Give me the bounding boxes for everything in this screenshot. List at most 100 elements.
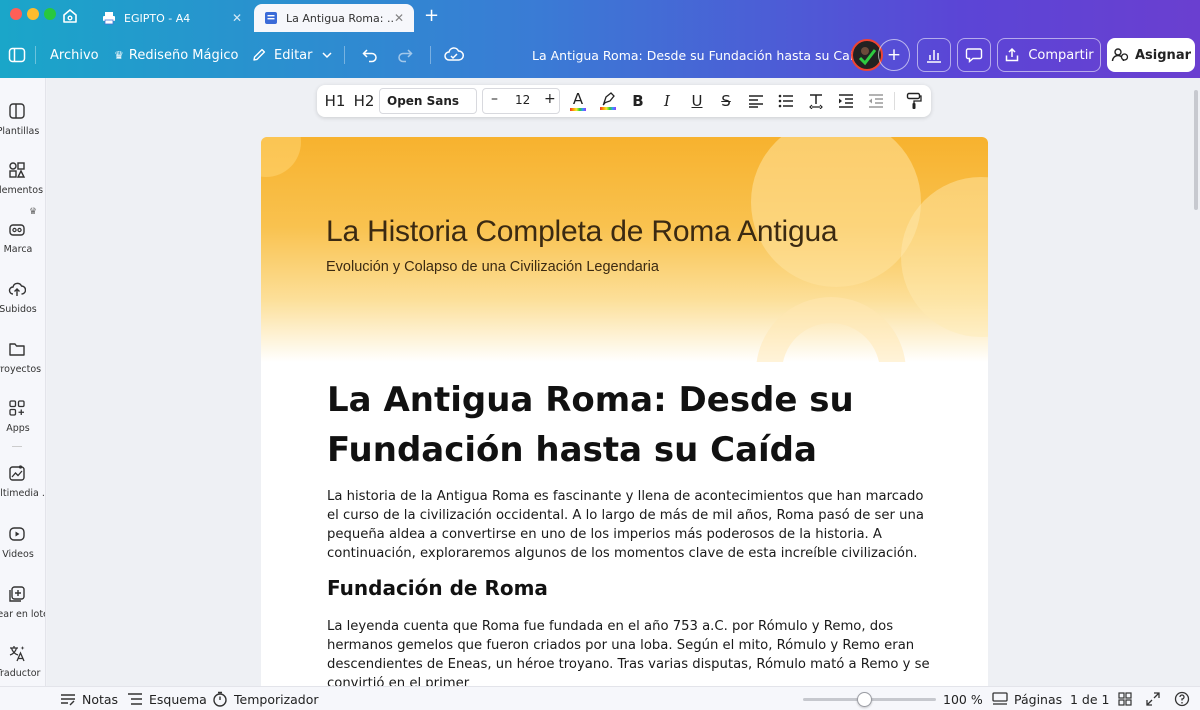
banner-subtitle[interactable]: Evolución y Colapso de una Civilización … xyxy=(326,259,659,275)
font-size-input[interactable]: 12 xyxy=(515,93,530,107)
brand-icon xyxy=(9,224,25,236)
banner-title[interactable]: La Historia Completa de Roma Antigua xyxy=(326,215,838,249)
toggle-sidebar-button[interactable] xyxy=(8,32,26,78)
file-menu-button[interactable]: Archivo xyxy=(50,32,99,78)
tab-label: La Antigua Roma: ... xyxy=(286,11,394,25)
heading-1-button[interactable]: H1 xyxy=(321,85,349,117)
notes-label: Notas xyxy=(82,691,119,707)
tab-egipto[interactable]: EGIPTO - A4 ✕ xyxy=(92,4,252,32)
pages-button[interactable]: Páginas xyxy=(992,687,1062,710)
spacing-button[interactable] xyxy=(805,85,827,117)
bold-button[interactable]: B xyxy=(627,85,649,117)
page-heading[interactable]: La Antigua Roma: Desde su Fundación hast… xyxy=(327,375,927,475)
templates-icon xyxy=(9,103,25,119)
sidebar-item-brand[interactable]: ♛ Marca xyxy=(0,207,45,270)
divider xyxy=(894,92,895,110)
highlight-button[interactable] xyxy=(597,85,619,117)
text-color-label: A xyxy=(572,89,584,108)
text-color-button[interactable]: A xyxy=(567,85,589,117)
sidebar-item-apps[interactable]: Apps xyxy=(0,393,45,449)
status-bar: Notas Esquema Temporizador 100 % Páginas… xyxy=(0,686,1200,710)
font-family-select[interactable]: Open Sans xyxy=(379,88,477,114)
close-tab-icon[interactable]: ✕ xyxy=(232,11,242,25)
help-button[interactable] xyxy=(1174,687,1196,710)
redo-button[interactable] xyxy=(396,32,414,78)
decorative-ring xyxy=(756,297,906,362)
maximize-window-button[interactable] xyxy=(44,8,56,20)
underline-button[interactable]: U xyxy=(686,85,708,117)
decrease-size-button[interactable]: – xyxy=(491,91,498,107)
document-page[interactable]: La Historia Completa de Roma Antigua Evo… xyxy=(261,137,988,686)
tab-antigua-roma[interactable]: La Antigua Roma: ... ✕ xyxy=(254,4,414,32)
sidebar-item-projects[interactable]: Proyectos xyxy=(0,334,45,390)
sidebar-divider xyxy=(12,446,22,447)
outline-button[interactable]: Esquema xyxy=(127,687,207,710)
banner-header: La Historia Completa de Roma Antigua Evo… xyxy=(261,137,988,362)
pencil-icon xyxy=(253,48,266,61)
checkmark-icon xyxy=(858,47,877,66)
new-tab-button[interactable]: + xyxy=(424,5,439,26)
add-collaborator-button[interactable]: + xyxy=(878,39,910,71)
indent-button[interactable] xyxy=(835,85,857,117)
timer-button[interactable]: Temporizador xyxy=(212,687,319,710)
sidebar-item-uploads[interactable]: Subidos xyxy=(0,274,45,330)
vertical-scrollbar[interactable] xyxy=(1194,90,1198,210)
insights-button[interactable] xyxy=(917,38,951,72)
color-rainbow-bar xyxy=(600,107,616,110)
undo-button[interactable] xyxy=(361,32,379,78)
italic-button[interactable]: I xyxy=(656,85,678,117)
text-format-toolbar: H1 H2 Open Sans – 12 + A B I U S xyxy=(317,85,931,117)
decorative-circle xyxy=(751,137,921,287)
outdent-button[interactable] xyxy=(865,85,887,117)
notes-button[interactable]: Notas xyxy=(60,687,118,710)
assign-button[interactable]: Asignar xyxy=(1107,38,1195,72)
comment-icon xyxy=(965,48,983,64)
upload-icon xyxy=(8,282,26,296)
sidebar-item-label: Plantillas xyxy=(0,126,40,137)
outline-icon xyxy=(128,693,142,705)
share-button[interactable]: Compartir xyxy=(997,38,1101,72)
copy-style-button[interactable] xyxy=(903,85,925,117)
align-button[interactable] xyxy=(745,85,767,117)
bar-chart-icon xyxy=(927,50,941,63)
crown-icon: ♛ xyxy=(114,48,124,62)
cloud-save-button[interactable] xyxy=(444,32,464,78)
sidebar-item-translator[interactable]: Traductor xyxy=(0,638,45,686)
edit-menu-button[interactable]: Editar xyxy=(251,32,333,78)
minimize-window-button[interactable] xyxy=(27,8,39,20)
fullscreen-button[interactable] xyxy=(1146,687,1166,710)
zoom-level[interactable]: 100 % xyxy=(943,687,983,710)
close-window-button[interactable] xyxy=(10,8,22,20)
section-heading[interactable]: Fundación de Roma xyxy=(327,576,548,600)
sidebar-item-elements[interactable]: Elementos xyxy=(0,155,45,211)
comments-button[interactable] xyxy=(957,38,991,72)
zoom-slider-handle[interactable] xyxy=(857,692,873,707)
align-left-icon xyxy=(749,95,763,108)
heading-2-button[interactable]: H2 xyxy=(350,85,378,117)
bullet-list-button[interactable] xyxy=(775,85,797,117)
redo-icon xyxy=(398,49,413,63)
close-tab-icon[interactable]: ✕ xyxy=(394,11,404,25)
zoom-slider[interactable] xyxy=(803,692,936,707)
sidebar-item-templates[interactable]: Plantillas xyxy=(0,96,45,152)
indent-icon xyxy=(839,94,853,108)
strikethrough-button[interactable]: S xyxy=(715,85,737,117)
grid-view-button[interactable] xyxy=(1118,687,1138,710)
crown-icon: ♛ xyxy=(29,207,38,217)
sidebar-item-bulk-create[interactable]: Crear en lote xyxy=(0,579,45,635)
underline-label: U xyxy=(691,92,703,110)
home-tab-button[interactable] xyxy=(60,6,82,28)
intro-paragraph[interactable]: La historia de la Antigua Roma es fascin… xyxy=(327,487,937,563)
sidebar-item-multimedia[interactable]: Multimedia ... xyxy=(0,458,45,514)
grid-icon xyxy=(1118,692,1132,706)
bullet-list-icon xyxy=(778,94,793,108)
section-paragraph[interactable]: La leyenda cuenta que Roma fue fundada e… xyxy=(327,617,937,686)
sidebar-item-videos[interactable]: Videos xyxy=(0,519,45,575)
increase-size-button[interactable]: + xyxy=(544,91,556,107)
highlighter-icon xyxy=(602,92,615,106)
document-title[interactable]: La Antigua Roma: Desde su Fundación hast… xyxy=(532,32,869,78)
share-label: Compartir xyxy=(1028,47,1094,63)
sidebar-item-label: Traductor xyxy=(0,668,41,679)
translate-icon xyxy=(9,646,25,662)
magic-redesign-button[interactable]: ♛ Rediseño Mágico xyxy=(114,32,238,78)
